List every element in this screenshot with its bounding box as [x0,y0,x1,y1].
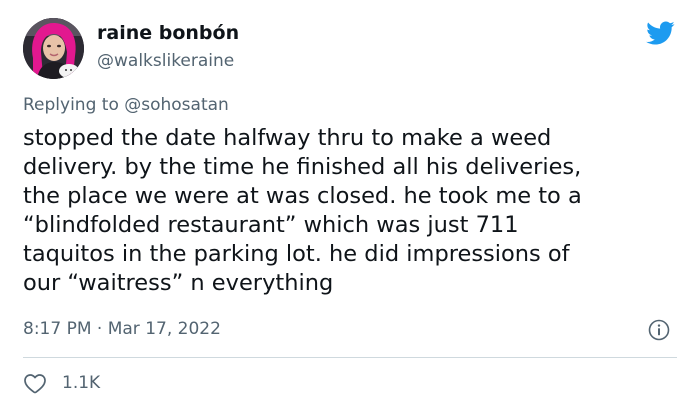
tweet-text-line: “blindfolded restaurant” which was just … [23,212,519,238]
author-name[interactable]: raine bonbón [97,22,239,44]
reply-mention-link[interactable]: @sohosatan [124,95,229,115]
divider [23,357,677,358]
avatar-image [23,18,84,79]
like-count: 1.1K [62,373,101,393]
author-handle[interactable]: @walkslikeraine [97,51,234,71]
tweet-text-line: stopped the date halfway thru to make a … [23,125,552,151]
tweet-text-line: taquitos in the parking lot. he did impr… [23,241,570,267]
tweet-text: stopped the date halfway thru to make a … [23,124,673,298]
info-icon[interactable] [648,319,670,341]
heart-icon[interactable] [23,372,47,394]
like-button[interactable]: 1.1K [23,371,100,395]
tweet-text-line: the place we were at was closed. he took… [23,183,582,209]
twitter-bird-icon[interactable] [643,18,677,48]
tweet-text-line: delivery. by the time he finished all hi… [23,154,582,180]
tweet-text-line: our “waitress” n everything [23,270,334,296]
tweet-timestamp[interactable]: 8:17 PM · Mar 17, 2022 [23,319,221,339]
avatar[interactable] [23,18,84,79]
replying-to: Replying to @sohosatan [23,95,229,115]
replying-to-label: Replying to [23,95,119,115]
